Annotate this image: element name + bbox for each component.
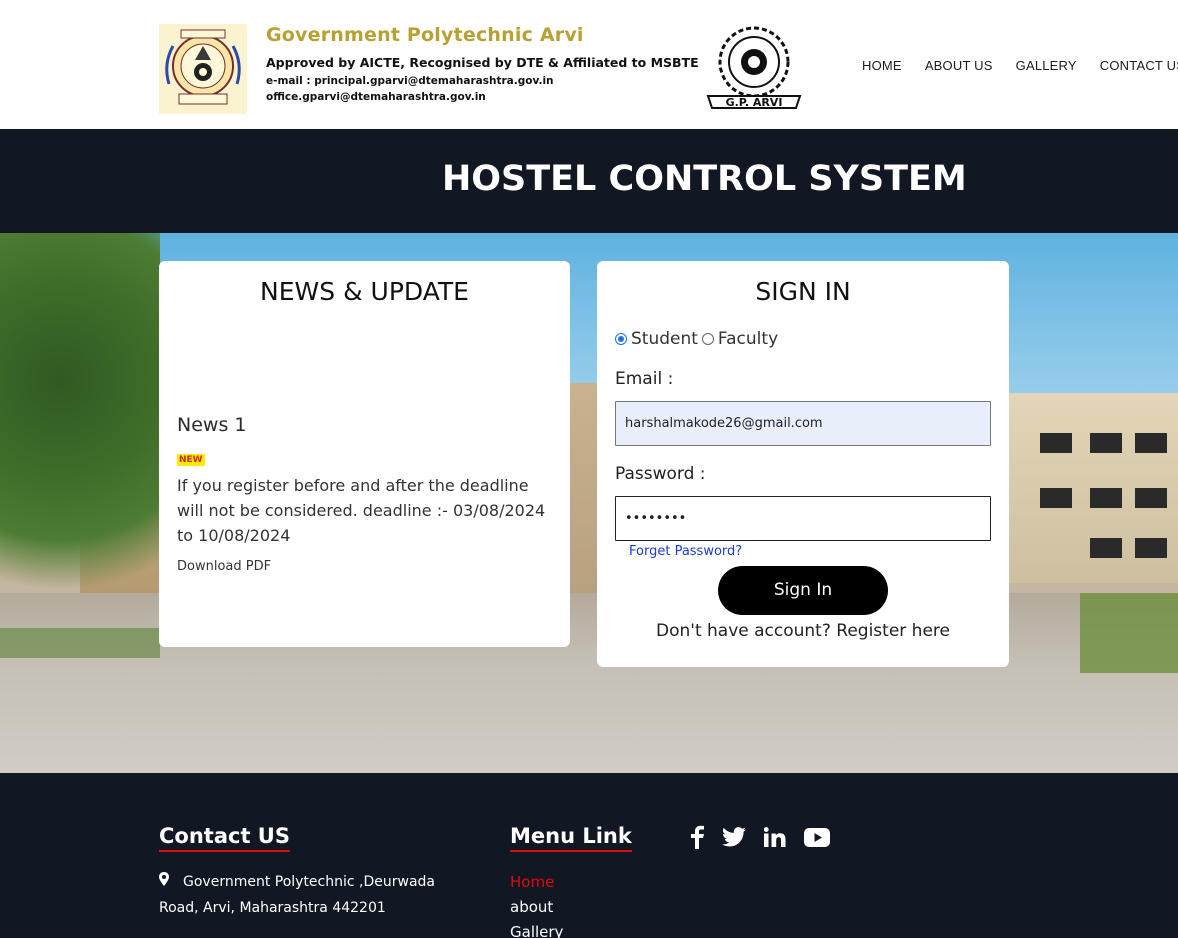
college-name: Government Polytechnic Arvi <box>266 24 584 46</box>
email-line-1: e-mail : principal.gparvi@dtemaharashtra… <box>266 75 554 87</box>
student-radio[interactable] <box>615 333 627 345</box>
menu-heading: Menu Link <box>510 824 632 852</box>
contact-heading: Contact US <box>159 824 290 852</box>
role-selector: Student Faculty <box>615 329 778 349</box>
address-text: Government Polytechnic ,Deurwada Road, A… <box>159 874 435 916</box>
new-badge: NEW <box>177 454 205 466</box>
email-label: Email : <box>615 369 674 389</box>
student-radio-label[interactable]: Student <box>631 329 698 349</box>
nav-gallery[interactable]: GALLERY <box>1016 58 1077 73</box>
news-item-text: If you register before and after the dea… <box>177 476 546 545</box>
footer-link-home[interactable]: Home <box>510 870 563 895</box>
download-pdf-link[interactable]: Download PDF <box>177 559 271 574</box>
facebook-icon[interactable] <box>690 825 704 853</box>
brand-block: Government Polytechnic Arvi Approved by … <box>266 24 699 105</box>
nav-contact-us[interactable]: CONTACT US <box>1100 58 1178 73</box>
news-title: NEWS & UPDATE <box>260 277 469 306</box>
password-label: Password : <box>615 464 706 484</box>
sign-in-button[interactable]: Sign In <box>718 566 888 615</box>
nav-about-us[interactable]: ABOUT US <box>925 58 993 73</box>
page-title: HOSTEL CONTROL SYSTEM <box>442 159 967 199</box>
title-banner: HOSTEL CONTROL SYSTEM <box>0 129 1178 233</box>
location-pin-icon <box>159 869 169 895</box>
signin-card: SIGN IN Student Faculty Email : harshalm… <box>597 261 1009 667</box>
footer-menu: Home about Gallery <box>510 870 563 938</box>
register-link[interactable]: Don't have account? Register here <box>597 621 1009 641</box>
email-field[interactable]: harshalmakode26@gmail.com <box>615 401 991 446</box>
forget-password-link[interactable]: Forget Password? <box>629 544 742 559</box>
password-field[interactable]: •••••••• <box>615 496 991 541</box>
news-item-title: News 1 <box>177 414 247 436</box>
faculty-radio-label[interactable]: Faculty <box>718 329 778 349</box>
social-links <box>690 825 830 853</box>
college-logo[interactable] <box>159 24 247 114</box>
faculty-radio[interactable] <box>701 333 714 345</box>
contact-address: Government Polytechnic ,Deurwada Road, A… <box>159 869 459 921</box>
news-card: NEWS & UPDATE News 1 NEW If you register… <box>159 261 570 647</box>
footer-link-gallery[interactable]: Gallery <box>510 920 563 938</box>
approval-text: Approved by AICTE, Recognised by DTE & A… <box>266 55 699 70</box>
nav-home[interactable]: HOME <box>862 58 902 73</box>
twitter-icon[interactable] <box>722 827 746 851</box>
gp-arvi-logo[interactable]: G.P. ARVI <box>704 22 804 114</box>
linkedin-icon[interactable] <box>763 827 786 851</box>
gp-arvi-logo-text: G.P. ARVI <box>726 96 783 109</box>
site-footer: Contact US Government Polytechnic ,Deurw… <box>0 773 1178 938</box>
footer-link-about[interactable]: about <box>510 895 563 920</box>
site-header: Government Polytechnic Arvi Approved by … <box>0 0 1178 129</box>
email-line-2: office.gparvi@dtemaharashtra.gov.in <box>266 91 486 103</box>
main-nav: HOME ABOUT US GALLERY CONTACT US <box>862 58 1178 73</box>
youtube-icon[interactable] <box>804 827 830 851</box>
signin-title: SIGN IN <box>755 277 851 306</box>
